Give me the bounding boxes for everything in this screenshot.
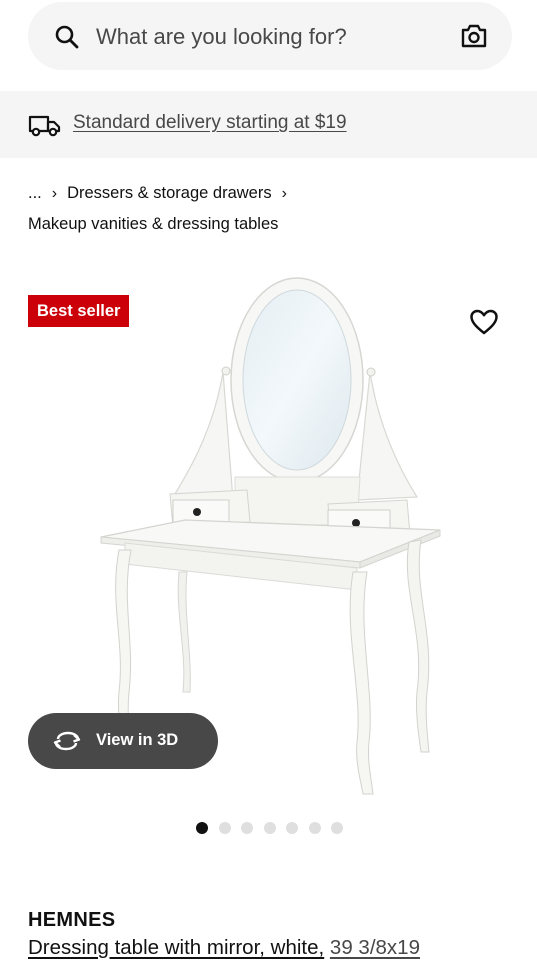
product-dimensions: 39 3/8x19	[329, 936, 420, 959]
truck-icon	[28, 115, 61, 137]
carousel-dot[interactable]	[308, 822, 321, 834]
view-in-3d-label: View in 3D	[96, 731, 179, 749]
product-brand: HEMNES	[28, 909, 116, 931]
carousel-dot[interactable]	[331, 822, 343, 834]
best-seller-badge: Best seller	[28, 295, 130, 327]
breadcrumb-ellipsis[interactable]: ...	[28, 184, 42, 202]
carousel-dot[interactable]	[263, 822, 276, 834]
breadcrumb-separator: ›	[51, 185, 58, 202]
search-input[interactable]	[96, 22, 436, 52]
breadcrumb: ... › Dressers & storage drawers › Makeup v…	[28, 178, 518, 240]
carousel-dot[interactable]	[286, 822, 298, 834]
carousel-dot[interactable]	[241, 822, 253, 834]
view-in-3d-button[interactable]: View in 3D	[28, 713, 218, 769]
search-icon	[55, 25, 79, 49]
breadcrumb-separator: ›	[281, 185, 287, 202]
rotate-3d-icon	[53, 731, 81, 751]
camera-icon[interactable]	[460, 23, 488, 49]
product-description-text: Dressing table with mirror, white,	[28, 936, 325, 959]
carousel-dot[interactable]	[196, 822, 208, 834]
carousel-dot[interactable]	[218, 822, 231, 834]
breadcrumb-dressers[interactable]: Dressers & storage drawers	[67, 184, 272, 202]
delivery-info-link[interactable]: Standard delivery starting at $19	[73, 112, 347, 134]
search-bar[interactable]	[28, 2, 512, 70]
carousel-pagination	[196, 822, 343, 834]
heart-icon[interactable]	[469, 308, 499, 336]
product-description: Dressing table with mirror, white, 39 3/…	[28, 936, 420, 960]
breadcrumb-current: Makeup vanities & dressing tables	[28, 215, 279, 233]
delivery-banner: Standard delivery starting at $19	[0, 91, 537, 158]
